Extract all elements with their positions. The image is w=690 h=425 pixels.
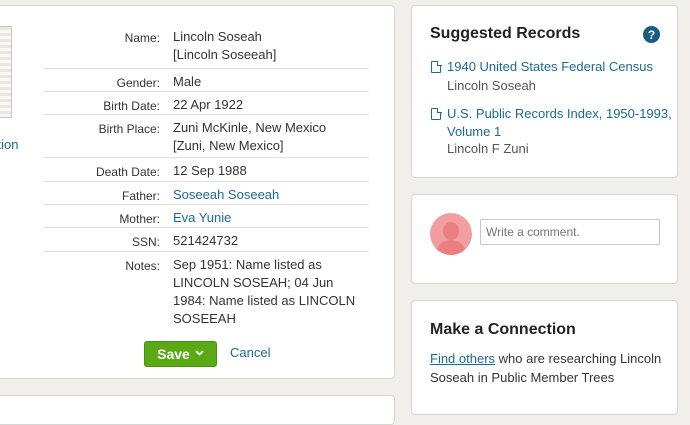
comment-card [411,194,678,284]
ssn-value: 521424732 [173,233,239,248]
field-label: Name: [124,31,160,45]
notes-value: Sep 1951: Name listed as LINCOLN SOSEAH;… [173,257,356,326]
field-label: Mother: [119,212,160,226]
cancel-link[interactable]: Cancel [230,345,270,360]
chevron-down-icon [195,348,204,359]
field-label: Death Date: [95,165,160,179]
next-card [0,395,395,425]
birth-date-value: 22 Apr 1922 [173,97,244,112]
gender-value: Male [173,74,202,89]
name-value: Lincoln Soseah [173,29,262,44]
suggested-records-card: Suggested Records ? 1940 United States F… [411,5,678,178]
father-link[interactable]: Soseeah Soseeah [173,187,279,202]
suggested-record-person-1: Lincoln Soseah [447,78,536,93]
save-button[interactable]: Save [144,341,217,367]
name-alt-value: [Lincoln Soseeah] [173,47,277,62]
avatar-icon [430,213,472,255]
suggested-records-title: Suggested Records [430,25,581,42]
save-button-label: Save [157,346,190,362]
field-row-notes: Notes: Sep 1951: Name listed as LINCOLN … [43,251,369,331]
field-row-mother: Mother: Eva Yunie [43,204,369,227]
document-icon [431,107,442,120]
field-label: Father: [121,189,160,203]
comment-input[interactable] [480,219,660,245]
birth-place-alt-value: [Zuni, New Mexico] [173,138,284,153]
record-card: nation Name: Lincoln Soseah [Lincoln Sos… [0,5,395,379]
find-others-link[interactable]: Find others [430,351,495,366]
field-row-ssn: SSN: 521424732 [43,227,369,251]
field-label: Gender: [116,76,160,90]
field-row-birth-place: Birth Place: Zuni McKinle, New Mexico [Z… [43,114,369,157]
record-image-thumbnail[interactable] [0,26,12,118]
field-label: SSN: [131,235,160,249]
field-row-name: Name: Lincoln Soseah [Lincoln Soseeah] [43,24,369,69]
field-label: Notes: [125,259,160,273]
make-connection-title: Make a Connection [430,321,576,338]
mother-link[interactable]: Eva Yunie [173,210,231,225]
help-icon[interactable]: ? [643,26,660,43]
field-row-birth-date: Birth Date: 22 Apr 1922 [43,91,369,114]
connection-text: Find others who are researching Lincoln … [430,349,665,387]
field-row-death-date: Death Date: 12 Sep 1988 [43,157,369,181]
suggested-record-person-2: Lincoln F Zuni [447,141,529,156]
birth-place-value: Zuni McKinle, New Mexico [173,120,327,135]
suggested-record-link-1[interactable]: 1940 United States Federal Census [447,58,672,76]
suggested-record-link-2[interactable]: U.S. Public Records Index, 1950-1993, Vo… [447,105,672,141]
make-connection-card: Make a Connection Find others who are re… [411,300,678,415]
document-icon [431,60,442,73]
death-date-value: 12 Sep 1988 [173,163,247,178]
field-row-gender: Gender: Male [43,68,369,91]
image-information-link[interactable]: nation [0,137,18,152]
field-label: Birth Place: [98,122,160,136]
field-row-father: Father: Soseeah Soseeah [43,181,369,204]
field-label: Birth Date: [103,99,160,113]
